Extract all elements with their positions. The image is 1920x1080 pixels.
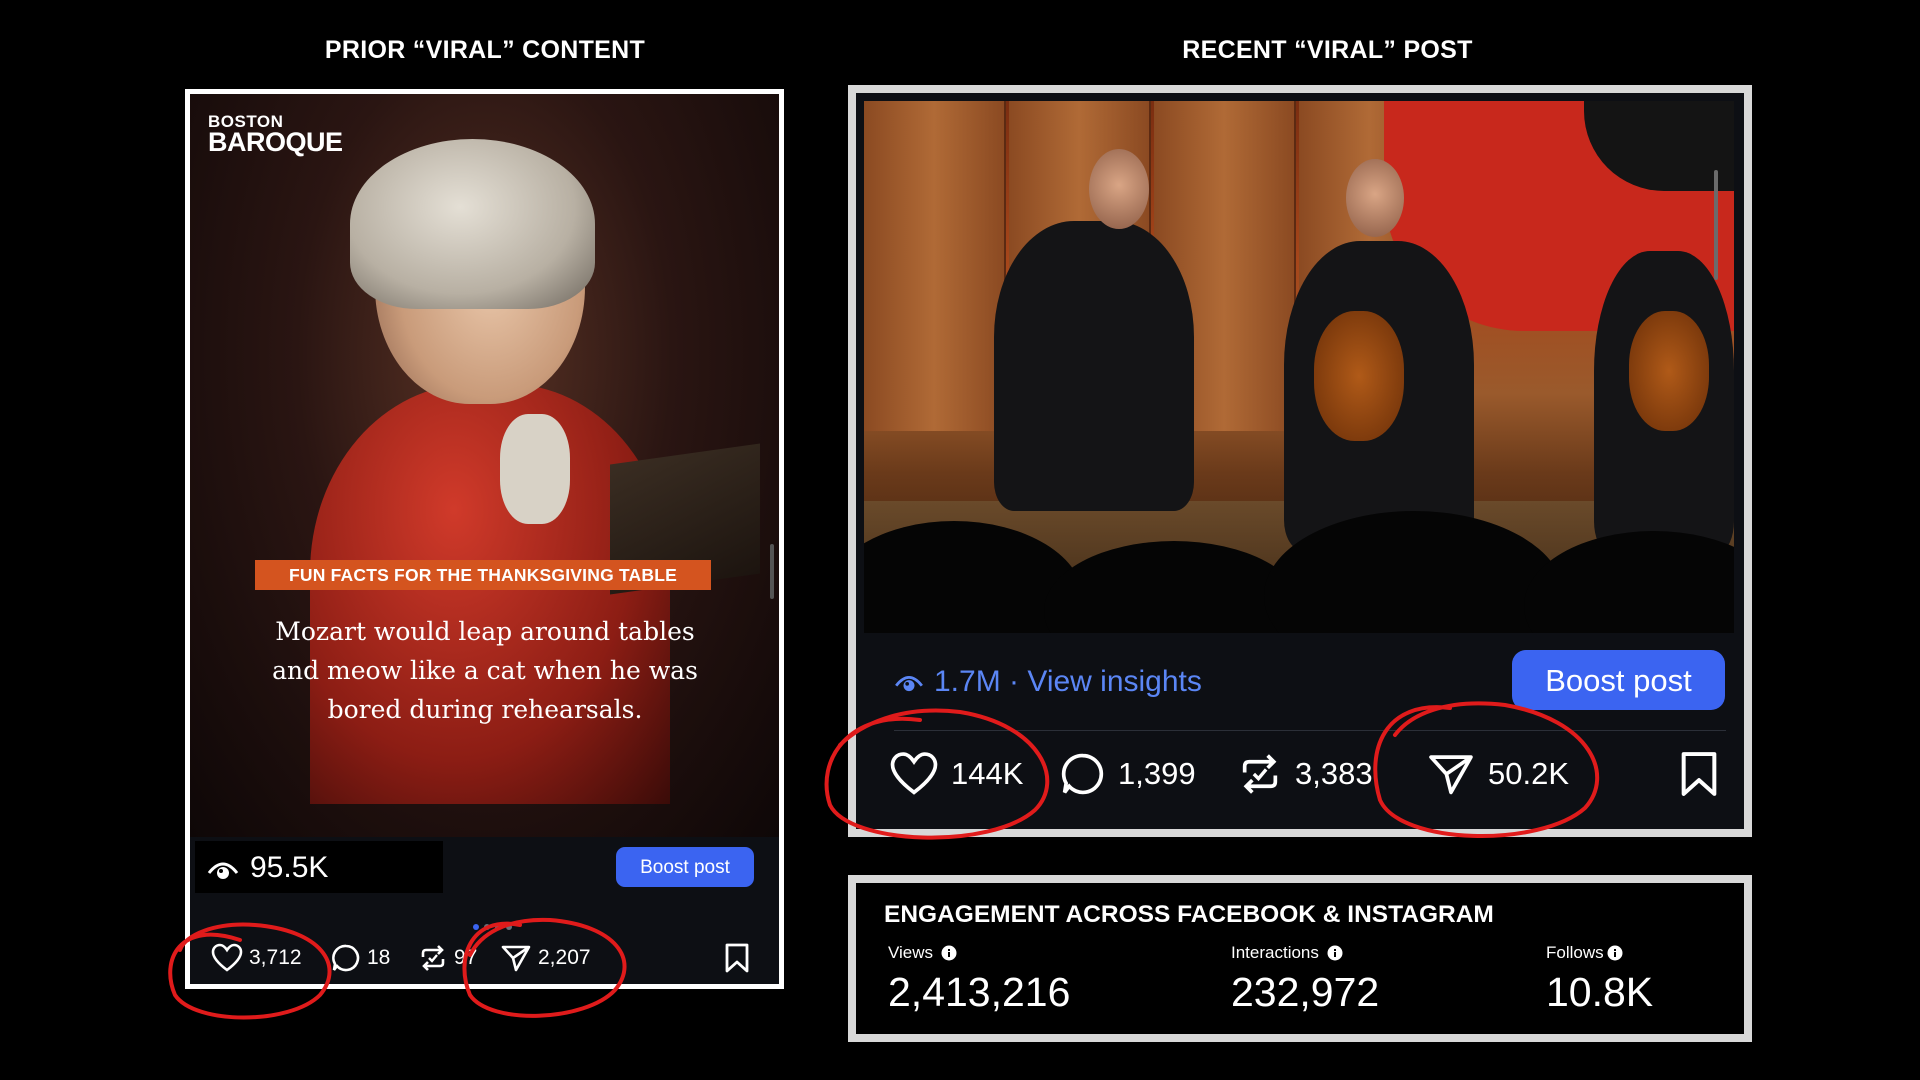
- boston-baroque-logo: BOSTON BAROQUE: [208, 113, 343, 158]
- share-count: 50.2K: [1488, 756, 1570, 791]
- views-box[interactable]: 95.5K: [195, 841, 443, 893]
- repost-icon: [421, 945, 445, 971]
- left-heading: PRIOR “VIRAL” CONTENT: [324, 36, 646, 64]
- eye-icon: [207, 862, 239, 879]
- pianist: [994, 221, 1194, 511]
- post-video[interactable]: [864, 101, 1734, 633]
- metric-follows: Follows 10.8K: [1546, 943, 1653, 1016]
- carousel-dot[interactable]: [484, 924, 490, 930]
- repost-icon: [1242, 754, 1278, 794]
- comment-count: 18: [367, 946, 391, 969]
- views-count: 95.5K: [250, 851, 329, 884]
- viola: [1629, 311, 1709, 431]
- heart-icon: [211, 943, 243, 972]
- logo-bottom: BAROQUE: [208, 127, 343, 158]
- engagement-title: ENGAGEMENT ACROSS FACEBOOK & INSTAGRAM: [884, 901, 1494, 928]
- insights-text: 1.7M · View insights: [934, 665, 1202, 698]
- carousel-dot[interactable]: [506, 924, 512, 930]
- metric-views: Views 2,413,216: [888, 943, 1070, 1016]
- scrollbar[interactable]: [770, 544, 774, 599]
- comment-icon: [1061, 753, 1104, 795]
- fact-line: bored during rehearsals.: [327, 695, 643, 724]
- fact-line: and meow like a cat when he was: [272, 656, 698, 685]
- repost-button[interactable]: 97: [418, 943, 477, 973]
- share-icon: [501, 945, 531, 972]
- carousel-dots[interactable]: [473, 917, 517, 935]
- portrait-coat: [310, 384, 670, 804]
- scrollbar[interactable]: [1714, 170, 1718, 280]
- metric-value: 232,972: [1231, 969, 1380, 1015]
- portrait-jabot: [500, 414, 570, 524]
- carousel-dot[interactable]: [473, 924, 479, 930]
- like-button[interactable]: 3,712: [211, 943, 302, 973]
- fact-text: Mozart would leap around tables and meow…: [220, 612, 750, 729]
- prior-post-card: BOSTON BAROQUE FUN FACTS FOR THE THANKSG…: [185, 89, 784, 989]
- comment-count: 1,399: [1118, 756, 1196, 791]
- portrait-wig: [350, 139, 595, 309]
- save-button[interactable]: [1679, 751, 1731, 797]
- like-count: 3,712: [249, 946, 302, 969]
- share-button[interactable]: 50.2K: [1426, 751, 1569, 797]
- metric-label: Interactions: [1231, 943, 1319, 962]
- metric-label: Views: [888, 943, 934, 962]
- recent-post-card: 1.7M · View insights Boost post 144K 1,3…: [848, 85, 1752, 837]
- prior-post-action-bar: 95.5K Boost post 3,712 18 97 2,207: [190, 837, 779, 984]
- bookmark-icon: [1681, 752, 1717, 796]
- info-icon[interactable]: [1607, 945, 1623, 961]
- carousel-dot[interactable]: [495, 924, 501, 930]
- like-button[interactable]: 144K: [889, 751, 1023, 797]
- metric-value: 10.8K: [1546, 969, 1654, 1015]
- like-count: 144K: [951, 756, 1024, 791]
- eye-icon: [895, 676, 923, 692]
- metric-label: Follows: [1546, 943, 1604, 962]
- comment-button[interactable]: 1,399: [1060, 751, 1196, 797]
- repost-count: 3,383: [1295, 756, 1373, 791]
- fun-facts-label: FUN FACTS FOR THE THANKSGIVING TABLE: [255, 560, 711, 590]
- comment-icon: [332, 944, 360, 972]
- save-button[interactable]: [724, 943, 756, 973]
- violinist-head: [1346, 159, 1404, 237]
- share-icon: [1429, 755, 1473, 795]
- info-icon[interactable]: [1327, 945, 1343, 961]
- repost-button[interactable]: 3,383: [1237, 751, 1373, 797]
- repost-count: 97: [454, 946, 478, 969]
- pianist-head: [1089, 149, 1149, 229]
- share-count: 2,207: [538, 946, 591, 969]
- share-button[interactable]: 2,207: [500, 943, 591, 973]
- metric-interactions: Interactions 232,972: [1231, 943, 1379, 1016]
- engagement-summary: ENGAGEMENT ACROSS FACEBOOK & INSTAGRAM V…: [848, 875, 1752, 1042]
- violin: [1314, 311, 1404, 441]
- post-image[interactable]: BOSTON BAROQUE FUN FACTS FOR THE THANKSG…: [190, 94, 779, 837]
- metric-value: 2,413,216: [888, 969, 1071, 1015]
- right-heading: RECENT “VIRAL” POST: [1182, 36, 1473, 64]
- boost-post-button[interactable]: Boost post: [1512, 650, 1725, 710]
- info-icon[interactable]: [941, 945, 957, 961]
- boost-post-button[interactable]: Boost post: [616, 847, 754, 887]
- fact-line: Mozart would leap around tables: [275, 617, 695, 646]
- stage-panel: [864, 101, 1006, 431]
- bookmark-icon: [725, 943, 749, 973]
- comment-button[interactable]: 18: [331, 943, 390, 973]
- divider: [894, 730, 1726, 731]
- recent-post-action-bar: 1.7M · View insights Boost post 144K 1,3…: [864, 633, 1736, 829]
- heart-icon: [890, 752, 938, 795]
- view-insights-link[interactable]: 1.7M · View insights: [894, 665, 1202, 699]
